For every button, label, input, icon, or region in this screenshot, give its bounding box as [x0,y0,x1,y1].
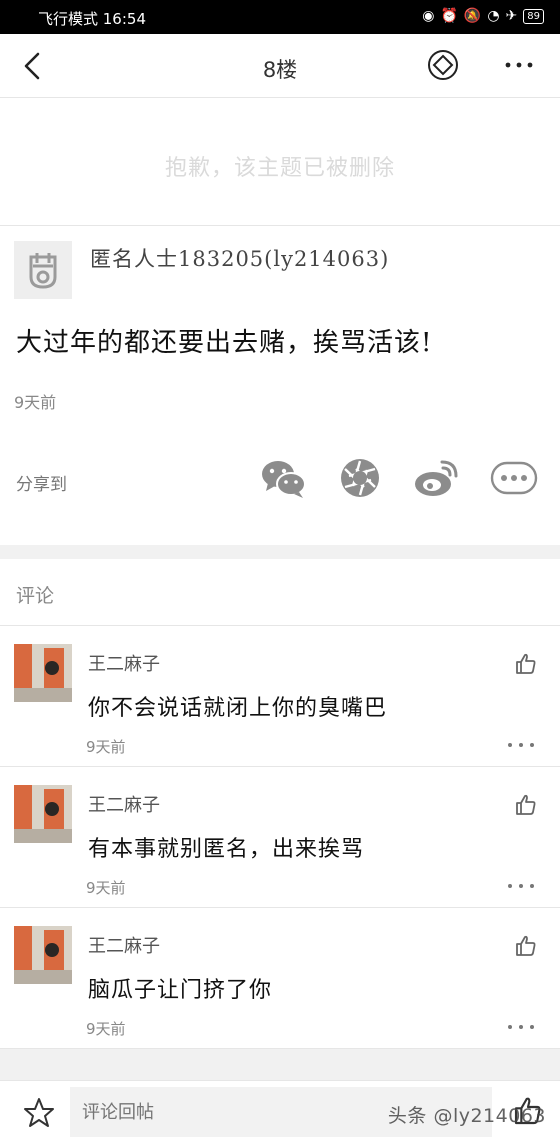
comment-item: 王二麻子 有本事就别匿名，出来挨骂 9天前 [0,767,560,908]
comment-text: 有本事就别匿名，出来挨骂 [88,837,365,862]
comment-time: 9天前 [86,738,126,756]
weibo-icon[interactable] [412,456,460,500]
top-bar: 8楼 [0,34,560,98]
bottom-bar: 头条 @ly214063 [0,1080,560,1143]
airplane-icon: ✈ [505,8,518,24]
comment-time: 9天前 [86,879,126,897]
post-time: 9天前 [14,393,57,412]
comment-more-icon[interactable] [506,740,536,750]
wifi-icon: ◔ [487,8,500,24]
thumbs-up-icon[interactable] [514,652,538,676]
page-title: 8楼 [262,58,298,82]
share-label: 分享到 [16,475,67,495]
more-options-icon[interactable] [500,50,538,80]
status-icons: ◉ ⏰ 🔕 ◔ ✈ 89 [422,8,544,24]
moments-icon[interactable] [336,456,384,500]
commenter-avatar[interactable] [14,926,72,984]
battery-icon: 89 [523,8,544,24]
star-icon[interactable] [22,1096,56,1130]
section-divider [0,545,560,559]
bottom-spacer [0,1049,560,1080]
post-author-avatar[interactable] [14,241,72,299]
alarm-icon: ⏰ [440,8,458,24]
thumbs-up-icon[interactable] [512,1095,544,1127]
comment-more-icon[interactable] [506,881,536,891]
comment-item: 王二麻子 脑瓜子让门挤了你 9天前 [0,908,560,1049]
deleted-topic-text: 抱歉，该主题已被删除 [164,156,395,181]
thumbs-up-icon[interactable] [514,793,538,817]
post-body: 大过年的都还要出去赌，挨骂活该! [16,328,433,358]
deleted-topic-notice: 抱歉，该主题已被删除 [0,98,560,226]
thumbs-up-icon[interactable] [514,934,538,958]
reward-coin-icon[interactable] [426,48,460,82]
mute-icon: 🔕 [463,8,482,24]
comment-more-icon[interactable] [506,1022,536,1032]
anonymous-avatar-icon [14,241,72,299]
comments-title: 评论 [16,585,55,607]
commenter-name[interactable]: 王二麻子 [88,650,160,676]
commenter-name[interactable]: 王二麻子 [88,791,160,817]
comment-item: 王二麻子 你不会说话就闭上你的臭嘴巴 9天前 [0,626,560,767]
status-bar: 飞行模式 16:54 ◉ ⏰ 🔕 ◔ ✈ 89 [0,0,560,34]
share-more-icon[interactable] [490,456,538,500]
comments-header: 评论 [0,559,560,626]
comment-text: 脑瓜子让门挤了你 [88,978,273,1003]
post-author-name[interactable]: 匿名人士183205(ly214063) [90,243,389,273]
commenter-avatar[interactable] [14,644,72,702]
comment-text: 你不会说话就闭上你的臭嘴巴 [88,696,388,721]
comment-time: 9天前 [86,1020,126,1038]
commenter-avatar[interactable] [14,785,72,843]
reply-input[interactable] [70,1087,492,1137]
status-time: 飞行模式 16:54 [38,10,146,28]
wechat-icon[interactable] [259,456,307,500]
eye-icon: ◉ [422,8,435,24]
commenter-name[interactable]: 王二麻子 [88,932,160,958]
